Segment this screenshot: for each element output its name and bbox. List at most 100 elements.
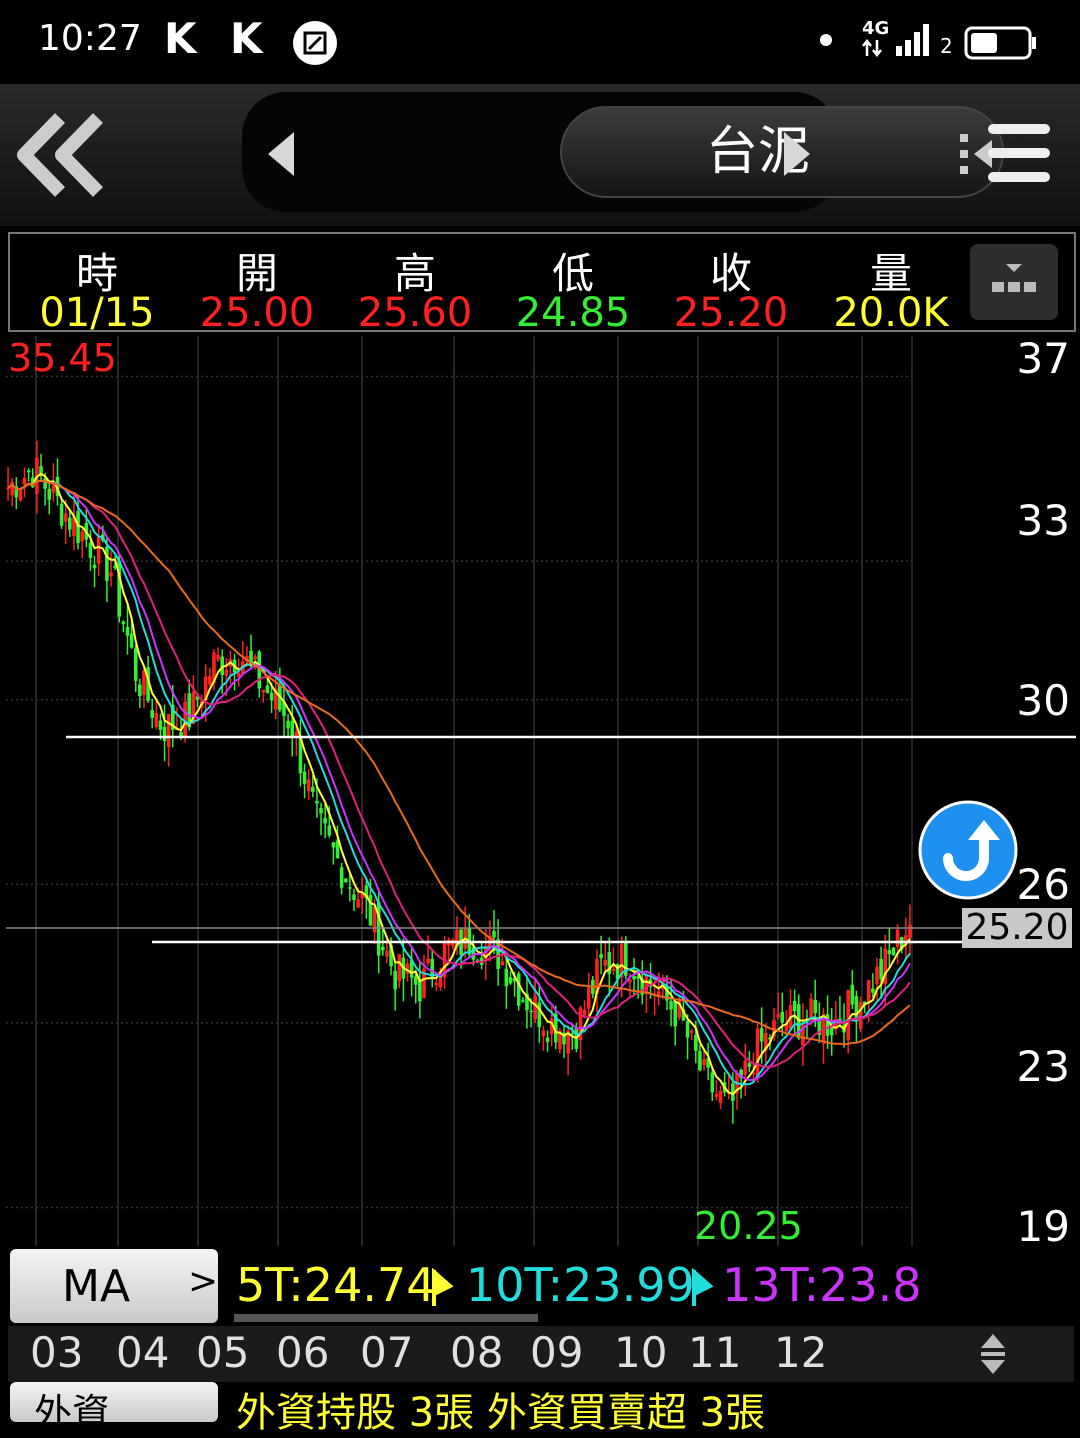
candle-body bbox=[755, 1028, 760, 1076]
moving-average-lines bbox=[7, 472, 911, 1096]
stock-selector: 台泥 bbox=[242, 92, 1004, 212]
candle-body bbox=[747, 1063, 752, 1068]
candle-body bbox=[348, 887, 352, 889]
candle-body bbox=[92, 564, 97, 569]
candle-body bbox=[356, 899, 360, 908]
y-axis-label: 37 bbox=[1016, 334, 1070, 383]
candle-body bbox=[138, 684, 142, 697]
candle-body bbox=[846, 989, 850, 1041]
value-close: 25.20 bbox=[673, 290, 789, 336]
candle-body bbox=[43, 478, 47, 489]
value-low: 24.85 bbox=[515, 290, 631, 336]
candle-body bbox=[529, 1010, 533, 1013]
back-double-chevron-icon[interactable] bbox=[14, 112, 106, 198]
candle-body bbox=[533, 995, 537, 1020]
month-label: 08 bbox=[450, 1328, 504, 1377]
chip-button[interactable]: 外資 bbox=[10, 1382, 218, 1422]
quote-summary: 時 開 高 低 收 量 01/15 25.00 25.60 24.85 25.2… bbox=[8, 232, 1076, 336]
value-time: 01/15 bbox=[39, 290, 155, 336]
collapse-toggle-button[interactable] bbox=[970, 244, 1058, 320]
candle-body bbox=[689, 1030, 694, 1033]
candle-body bbox=[669, 1001, 673, 1010]
candle-body bbox=[68, 517, 72, 530]
marker-icon bbox=[692, 1268, 714, 1306]
candle-body bbox=[80, 531, 84, 542]
candle-body bbox=[599, 954, 603, 959]
next-stock-icon[interactable] bbox=[780, 130, 814, 178]
candle-body bbox=[780, 1011, 785, 1023]
candle-body bbox=[306, 779, 311, 792]
candle-body bbox=[875, 966, 879, 984]
candle-body bbox=[216, 654, 220, 660]
candle-body bbox=[18, 489, 23, 501]
candle-body bbox=[397, 954, 402, 982]
candle-body bbox=[586, 987, 591, 1009]
candle-body bbox=[504, 968, 509, 987]
status-bar: 10:27 K K 4G 2 bbox=[0, 0, 1080, 84]
y-axis-label: 30 bbox=[1016, 676, 1070, 725]
candle-body bbox=[47, 488, 52, 500]
y-axis-label: 23 bbox=[1016, 1042, 1070, 1091]
month-label: 09 bbox=[530, 1328, 584, 1377]
dot-icon bbox=[820, 34, 832, 46]
prev-stock-icon[interactable] bbox=[264, 130, 298, 178]
candle-body bbox=[290, 720, 295, 737]
chart-high-label: 35.45 bbox=[8, 336, 117, 380]
candle-body bbox=[702, 1059, 706, 1066]
price-chart[interactable] bbox=[6, 336, 1076, 1246]
candle-body bbox=[887, 949, 892, 955]
horizontal-scrollbar[interactable] bbox=[234, 1314, 538, 1322]
indicator-select-button[interactable]: MA > bbox=[10, 1249, 218, 1323]
candle-body bbox=[125, 626, 130, 636]
reset-zoom-icon[interactable] bbox=[918, 800, 1018, 900]
candle-body bbox=[776, 1014, 780, 1018]
candle-body bbox=[22, 477, 27, 485]
candle-body bbox=[121, 621, 126, 625]
candle-body bbox=[500, 961, 505, 966]
candle-body bbox=[331, 842, 336, 848]
value-high: 25.60 bbox=[357, 290, 473, 336]
candle-body bbox=[224, 669, 229, 676]
candle-body bbox=[718, 1090, 723, 1103]
candle-body bbox=[603, 960, 607, 966]
ma5-value: 5T:24.74 bbox=[236, 1258, 436, 1312]
candle-body bbox=[656, 991, 661, 996]
candle-body bbox=[323, 818, 327, 824]
chevron-right-icon: > bbox=[188, 1261, 219, 1302]
candle-body bbox=[88, 542, 93, 558]
candle-body bbox=[142, 670, 146, 695]
ma5-line bbox=[7, 472, 911, 1096]
candle-body bbox=[76, 511, 80, 544]
candle-body bbox=[698, 1051, 702, 1071]
ma10-line bbox=[7, 479, 911, 1086]
stock-name: 台泥 bbox=[705, 122, 810, 182]
ma13-line bbox=[7, 479, 911, 1082]
marker-icon bbox=[432, 1268, 454, 1306]
candle-body bbox=[265, 685, 270, 693]
candle-body bbox=[673, 1001, 678, 1027]
candle-body bbox=[59, 503, 64, 526]
candle-body bbox=[96, 536, 101, 564]
candle-body bbox=[644, 975, 649, 994]
screenshot-icon bbox=[293, 21, 337, 65]
candle-body bbox=[208, 676, 212, 685]
candle-body bbox=[381, 946, 385, 951]
candle-body bbox=[413, 976, 418, 985]
value-open: 25.00 bbox=[199, 290, 315, 336]
chart-grid bbox=[6, 336, 913, 1246]
candle-body bbox=[516, 973, 521, 1006]
candle-body bbox=[792, 1000, 797, 1012]
candle-body bbox=[261, 689, 266, 693]
candle-body bbox=[866, 980, 871, 1002]
more-dots-icon bbox=[992, 264, 1036, 292]
menu-icon[interactable] bbox=[986, 122, 1052, 188]
candle-body bbox=[850, 984, 855, 1005]
signal-icon bbox=[896, 24, 929, 56]
candle-body bbox=[813, 999, 818, 1014]
app-notification-icon: K bbox=[164, 14, 197, 63]
candle-body bbox=[541, 1030, 546, 1037]
expand-vertical-icon[interactable] bbox=[978, 1332, 1008, 1376]
candle-body bbox=[611, 968, 616, 971]
y-axis-label: 26 bbox=[1016, 860, 1070, 909]
candle-body bbox=[166, 713, 171, 748]
